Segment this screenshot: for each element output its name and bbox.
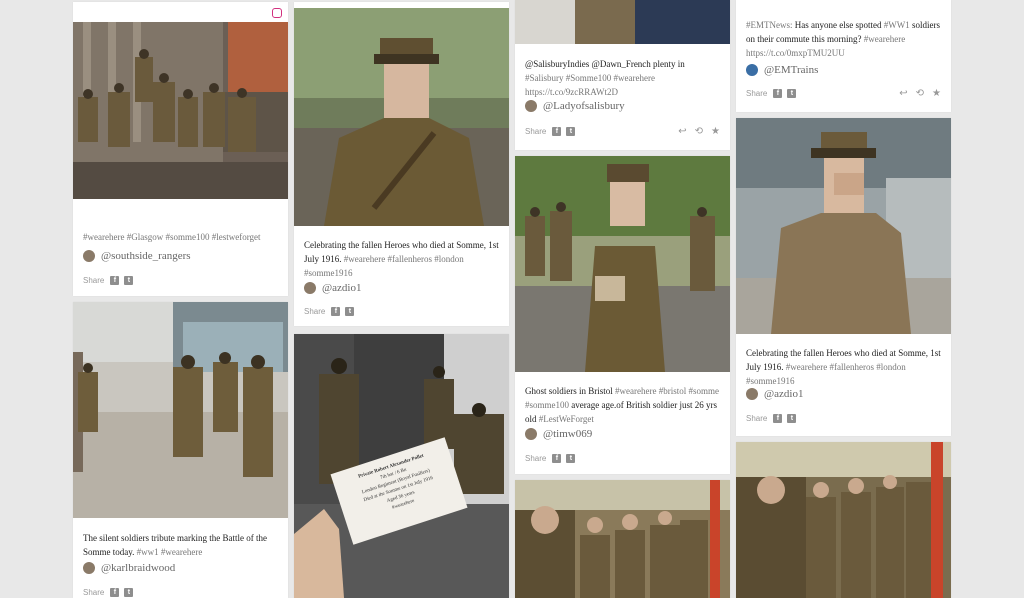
twitter-share-icon[interactable]: t	[566, 126, 576, 136]
author-row[interactable]: @timw069	[525, 426, 720, 442]
author-row[interactable]: @Ladyofsalisbury	[525, 98, 720, 114]
author-row[interactable]: @azdio1	[746, 386, 941, 402]
instagram-icon	[272, 8, 282, 18]
post-card-azdio1-2[interactable]: Celebrating the fallen Heroes who died a…	[736, 118, 951, 436]
post-caption: Celebrating the fallen Heroes who died a…	[746, 346, 941, 388]
post-photo[interactable]	[515, 0, 730, 44]
caption-text: Has anyone else spotted	[794, 20, 882, 30]
post-photo[interactable]	[736, 118, 951, 334]
author-handle[interactable]: @timw069	[543, 428, 592, 440]
share-row: Share f t	[83, 586, 278, 598]
avatar[interactable]	[83, 562, 95, 574]
caption-text: Ghost soldiers in Bristol	[525, 386, 613, 396]
post-card-emtrains[interactable]: #EMTNews: Has anyone else spotted #WW1 s…	[736, 0, 951, 112]
post-caption: Celebrating the fallen Heroes who died a…	[304, 238, 499, 280]
author-row[interactable]: @karlbraidwood	[83, 560, 278, 576]
author-handle[interactable]: @azdio1	[764, 388, 803, 400]
caption-tags: #ww1 #wearehere	[136, 547, 203, 557]
avatar[interactable]	[83, 250, 95, 262]
author-handle[interactable]: @karlbraidwood	[101, 562, 175, 574]
post-caption: #EMTNews: Has anyone else spotted #WW1 s…	[746, 18, 941, 60]
share-label: Share	[746, 88, 768, 98]
post-photo[interactable]	[73, 22, 288, 199]
facebook-share-icon[interactable]: f	[331, 306, 341, 316]
share-label: Share	[304, 306, 326, 316]
reply-icon[interactable]: ↩	[678, 126, 686, 137]
author-row[interactable]: @EMTrains	[746, 62, 941, 78]
post-photo[interactable]	[515, 480, 730, 598]
share-row: Share f t	[746, 412, 941, 424]
author-handle[interactable]: @EMTrains	[764, 64, 818, 76]
retweet-icon[interactable]: ⟲	[695, 126, 703, 137]
post-card-southside-rangers[interactable]: #wearehere #Glasgow #somme100 #lestwefor…	[73, 2, 288, 296]
post-photo[interactable]	[294, 8, 509, 226]
post-photo[interactable]	[73, 302, 288, 518]
facebook-share-icon[interactable]: f	[110, 587, 120, 597]
avatar[interactable]	[525, 100, 537, 112]
caption-tags: #Salisbury #Somme100 #wearehere https://…	[525, 73, 655, 97]
post-caption: The silent soldiers tribute marking the …	[83, 531, 278, 559]
avatar[interactable]	[746, 64, 758, 76]
twitter-share-icon[interactable]: t	[124, 587, 134, 597]
post-card-timw069[interactable]: Ghost soldiers in Bristol #wearehere #br…	[515, 156, 730, 474]
post-card-twitter-photo[interactable]: 🐦 Private Robert Alexander Pollet 7th ba…	[294, 334, 509, 598]
share-row: Share f t ↩ ⟲ ★	[746, 87, 941, 99]
post-card-karlbraidwood[interactable]: The silent soldiers tribute marking the …	[73, 302, 288, 598]
favorite-icon[interactable]: ★	[932, 88, 941, 99]
avatar[interactable]	[746, 388, 758, 400]
tweet-actions: ↩ ⟲ ★	[678, 126, 720, 137]
post-photo[interactable]	[736, 442, 951, 598]
avatar[interactable]	[304, 282, 316, 294]
caption-tag-lead: #EMTNews:	[746, 20, 793, 30]
tweet-actions: ↩ ⟲ ★	[899, 88, 941, 99]
retweet-icon[interactable]: ⟲	[916, 88, 924, 99]
avatar[interactable]	[525, 428, 537, 440]
post-photo[interactable]	[515, 156, 730, 372]
author-row[interactable]: @azdio1	[304, 280, 499, 296]
facebook-share-icon[interactable]: f	[110, 275, 120, 285]
favorite-icon[interactable]: ★	[711, 126, 720, 137]
post-card-azdio1[interactable]: Celebrating the fallen Heroes who died a…	[294, 2, 509, 326]
share-row: Share f t	[525, 452, 720, 464]
facebook-share-icon[interactable]: f	[773, 413, 783, 423]
author-handle[interactable]: @azdio1	[322, 282, 361, 294]
post-card-tube-photo-2[interactable]: 🐦	[736, 442, 951, 598]
twitter-share-icon[interactable]: t	[124, 275, 134, 285]
twitter-share-icon[interactable]: t	[345, 306, 355, 316]
share-row: Share f t	[83, 274, 278, 286]
share-row: Share f t ↩ ⟲ ★	[525, 125, 720, 137]
post-caption: @SalisburyIndies @Dawn_French plenty in …	[525, 57, 720, 99]
reply-icon[interactable]: ↩	[899, 88, 907, 99]
facebook-share-icon[interactable]: f	[773, 88, 783, 98]
author-row[interactable]: @southside_rangers	[83, 248, 278, 264]
author-handle[interactable]: @Ladyofsalisbury	[543, 100, 625, 112]
share-label: Share	[525, 126, 547, 136]
post-card-ladyofsalisbury[interactable]: @SalisburyIndies @Dawn_French plenty in …	[515, 0, 730, 150]
caption-text: @SalisburyIndies @Dawn_French plenty in	[525, 59, 685, 69]
author-handle[interactable]: @southside_rangers	[101, 250, 191, 262]
twitter-share-icon[interactable]: t	[566, 453, 576, 463]
share-label: Share	[525, 453, 547, 463]
post-caption: Ghost soldiers in Bristol #wearehere #br…	[525, 384, 720, 426]
share-label: Share	[83, 587, 105, 597]
twitter-share-icon[interactable]: t	[787, 88, 797, 98]
caption-tags-2: #LestWeForget	[538, 414, 594, 424]
caption-tags: #WW1	[883, 20, 910, 30]
post-card-tube-photo-1[interactable]: 🐦	[515, 480, 730, 598]
post-caption: #wearehere #Glasgow #somme100 #lestwefor…	[83, 232, 261, 242]
share-row: Share f t	[304, 305, 499, 317]
facebook-share-icon[interactable]: f	[552, 453, 562, 463]
facebook-share-icon[interactable]: f	[552, 126, 562, 136]
share-label: Share	[83, 275, 105, 285]
share-label: Share	[746, 413, 768, 423]
twitter-share-icon[interactable]: t	[787, 413, 797, 423]
